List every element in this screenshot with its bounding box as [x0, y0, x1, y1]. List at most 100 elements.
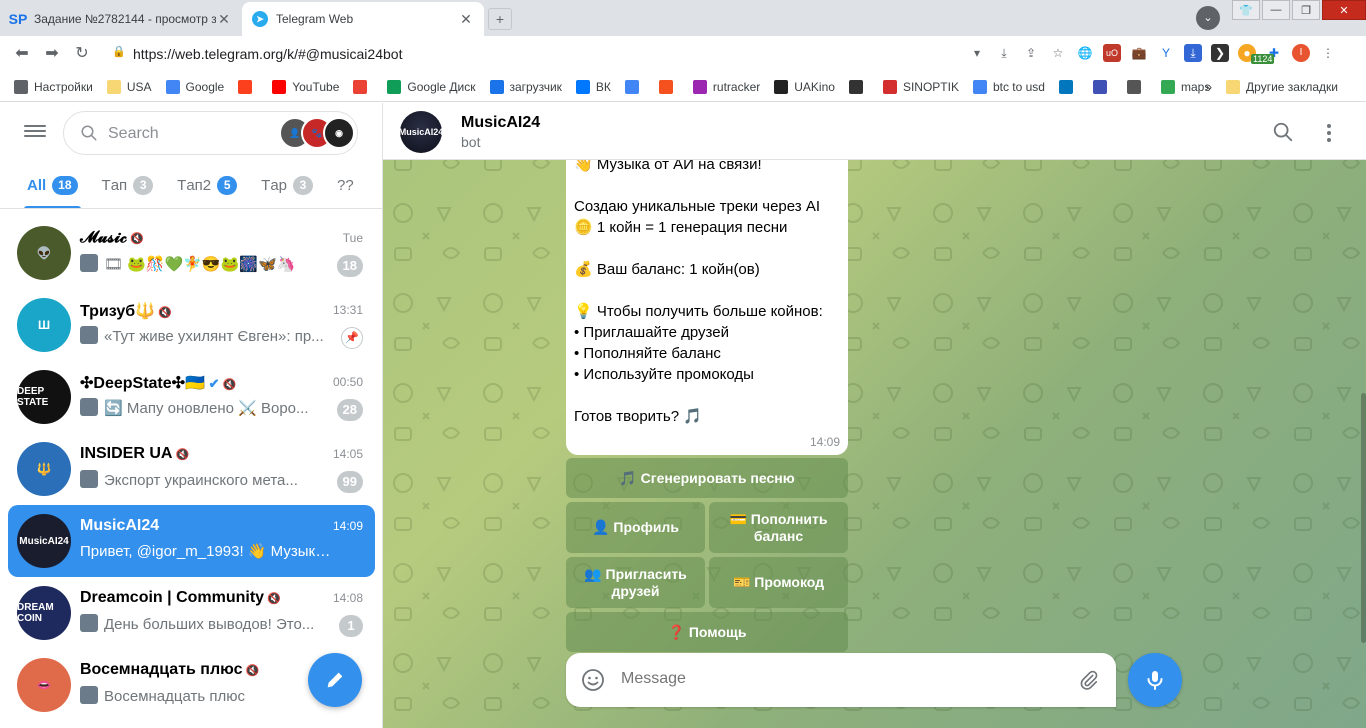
muted-icon: 🔇	[222, 379, 237, 391]
y-extension-icon[interactable]: Y	[1157, 44, 1175, 62]
verified-icon: ✔	[204, 376, 220, 391]
bookmark-p[interactable]	[1058, 79, 1079, 94]
background-tabs-area[interactable]	[520, 10, 1160, 26]
chat-list-item[interactable]: 👽 𝓜𝓾𝓼𝓲𝓬 🔇 Tue 🎞 🐸🎊💚🧚😎🐸🎆🦋🦄 18	[8, 217, 375, 289]
back-icon[interactable]: ⬅	[12, 44, 32, 64]
bookmark-вк[interactable]: ВК	[575, 79, 611, 94]
close-tab-icon[interactable]: ✕	[458, 11, 474, 28]
keyboard-button-3-0[interactable]: ❓ Помощь	[566, 612, 848, 652]
pinned-icon: 📌	[341, 327, 363, 349]
chat-time: Tue	[342, 231, 363, 245]
search-box[interactable]: Search 👤 🐾 ◉	[63, 111, 358, 155]
share-icon[interactable]: ⇪	[1022, 44, 1040, 62]
chat-list-item[interactable]: MusicAI24 MusicAI24 14:09 Привет, @igor_m_1…	[8, 505, 375, 577]
window-controls: 👕 — ❐ ✕	[1230, 0, 1366, 22]
stories-avatars[interactable]: 👤 🐾 ◉	[279, 117, 355, 149]
folder-tab-2[interactable]: Tап2 5	[177, 163, 238, 208]
bookmark-настройки[interactable]: Настройки	[14, 79, 93, 94]
new-tab-button[interactable]: +	[488, 8, 512, 30]
keyboard-button-2-0[interactable]: 👥 Пригласить друзей	[566, 557, 705, 608]
folder-count-badge: 3	[133, 176, 154, 195]
bookmark-sinoptik[interactable]: SINOPTIK	[882, 79, 959, 94]
reload-icon[interactable]: ↻	[72, 44, 92, 64]
restore-icon[interactable]: ❐	[1292, 0, 1320, 20]
bookmark-rutracker[interactable]: rutracker	[692, 79, 760, 94]
dropdown-icon[interactable]: ▾	[968, 44, 986, 62]
more-bookmarks-button[interactable]: »	[1205, 80, 1212, 94]
globe-icon[interactable]: 🌐	[1076, 44, 1094, 62]
scrollbar[interactable]	[1361, 393, 1366, 643]
bookmark-bc[interactable]	[1126, 79, 1147, 94]
chat-avatar: 🔱	[17, 442, 71, 496]
minimize-icon[interactable]: —	[1262, 0, 1290, 20]
chat-list-item[interactable]: Ш Тризуб🔱 🔇 13:31 «Тут живе ухилянт Євген»: …	[8, 289, 375, 361]
bookmark-chess[interactable]	[848, 79, 869, 94]
keyboard-button-1-1[interactable]: 💳 Пополнить баланс	[709, 502, 848, 553]
keyboard-button-1-0[interactable]: 👤 Профиль	[566, 502, 705, 553]
chat-name: Восемнадцать плюс 🔇	[80, 661, 259, 679]
keyboard-button-2-1[interactable]: 🎫 Промокод	[709, 557, 848, 608]
emoji-icon[interactable]	[581, 668, 605, 692]
bookmark-arrow[interactable]	[1092, 79, 1113, 94]
new-message-button[interactable]	[308, 653, 362, 707]
browser-tab-task[interactable]: SP Задание №2782144 - просмотр з ✕	[0, 2, 242, 36]
bookmark-google[interactable]: Google	[165, 79, 224, 94]
bookmark-f[interactable]	[658, 79, 679, 94]
pin-icon[interactable]: 👕	[1232, 0, 1260, 20]
close-tab-icon[interactable]: ✕	[216, 11, 232, 28]
chat-avatar: DREAM COIN	[17, 586, 71, 640]
bookmark-maps[interactable]: maps	[1160, 79, 1210, 94]
profile-avatar[interactable]: I	[1292, 44, 1310, 62]
download-icon[interactable]: ⤓	[995, 44, 1013, 62]
bookmark-btc-to-usd[interactable]: btc to usd	[972, 79, 1045, 94]
bot-avatar[interactable]: MusicAI24	[399, 111, 443, 153]
youtube-icon	[272, 79, 287, 94]
voice-record-button[interactable]	[1128, 653, 1182, 707]
bookmark-загрузчик[interactable]: загрузчик	[489, 79, 562, 94]
folder-icon	[1226, 80, 1241, 94]
address-bar[interactable]: https://web.telegram.org/k/#@musicai24bo…	[133, 46, 402, 62]
message-input[interactable]	[621, 670, 1051, 688]
chat-list-item[interactable]: 🔱 INSIDER UA 🔇 14:05 Экспорт украинского мет…	[8, 433, 375, 505]
hamburger-menu-icon[interactable]	[24, 122, 46, 144]
folder-tab-0[interactable]: All 18	[24, 163, 81, 208]
keyboard-button-0-0[interactable]: 🎵 Сгенерировать песню	[566, 458, 848, 498]
bookmark-gmail[interactable]	[353, 79, 373, 94]
chat-header[interactable]: MusicAI24 MusicAI24 bot	[383, 103, 1366, 160]
chat-preview: Привет, @igor_m_1993! 👋 Музыка о...	[80, 542, 338, 560]
chat-list-item[interactable]: DREAM COIN Dreamcoin | Community 🔇 14:08 Ден…	[8, 577, 375, 649]
tab-title: Telegram Web	[276, 12, 354, 26]
save-extension-icon[interactable]: ⤓	[1184, 44, 1202, 62]
menu-icon[interactable]: ⋮	[1319, 44, 1337, 62]
window-close-icon[interactable]: ✕	[1322, 0, 1366, 20]
bookmark-translate[interactable]	[624, 79, 645, 94]
lock-icon[interactable]: 🔒	[112, 45, 126, 58]
bookmark-google-диск[interactable]: Google Диск	[387, 79, 476, 94]
bookmark-yandex[interactable]	[238, 79, 258, 94]
tab-search-icon[interactable]: ⌄	[1196, 6, 1220, 30]
bookmark-youtube[interactable]: YouTube	[272, 79, 339, 94]
story-avatar[interactable]: ◉	[323, 117, 355, 149]
bookmark-uakino[interactable]: UAKino	[774, 79, 835, 94]
arrow-extension-icon[interactable]: ❯	[1211, 44, 1229, 62]
other-bookmarks-folder[interactable]: Другие закладки	[1226, 80, 1338, 94]
bookmark-star-icon[interactable]: ☆	[1049, 44, 1067, 62]
chat-list-item[interactable]: DEEP STATE ✣DeepState✣🇺🇦 ✔ 🔇 00:50 🔄 Мапу он…	[8, 361, 375, 433]
bc-icon	[1126, 79, 1141, 94]
more-options-icon[interactable]	[1322, 121, 1336, 143]
briefcase-icon[interactable]: 💼	[1130, 44, 1148, 62]
browser-tab-telegram[interactable]: ➤ Telegram Web ✕	[242, 2, 484, 36]
forward-icon[interactable]: ➡	[42, 44, 62, 64]
bookmark-usa[interactable]: USA	[106, 79, 152, 94]
folder-tab-3[interactable]: Tар 3	[261, 163, 314, 208]
rutracker-icon	[692, 79, 707, 94]
muted-icon: 🔇	[158, 307, 172, 319]
chat-title[interactable]: MusicAI24	[461, 114, 540, 132]
folder-tab-1[interactable]: Tап 3	[102, 163, 154, 208]
search-input[interactable]: Search	[108, 125, 159, 143]
folder-count-badge: 3	[293, 176, 314, 195]
ublock-icon[interactable]: uO	[1103, 44, 1121, 62]
folder-tab-4[interactable]: ??	[337, 163, 354, 208]
search-icon[interactable]	[1272, 121, 1294, 143]
paperclip-icon[interactable]	[1078, 668, 1100, 692]
